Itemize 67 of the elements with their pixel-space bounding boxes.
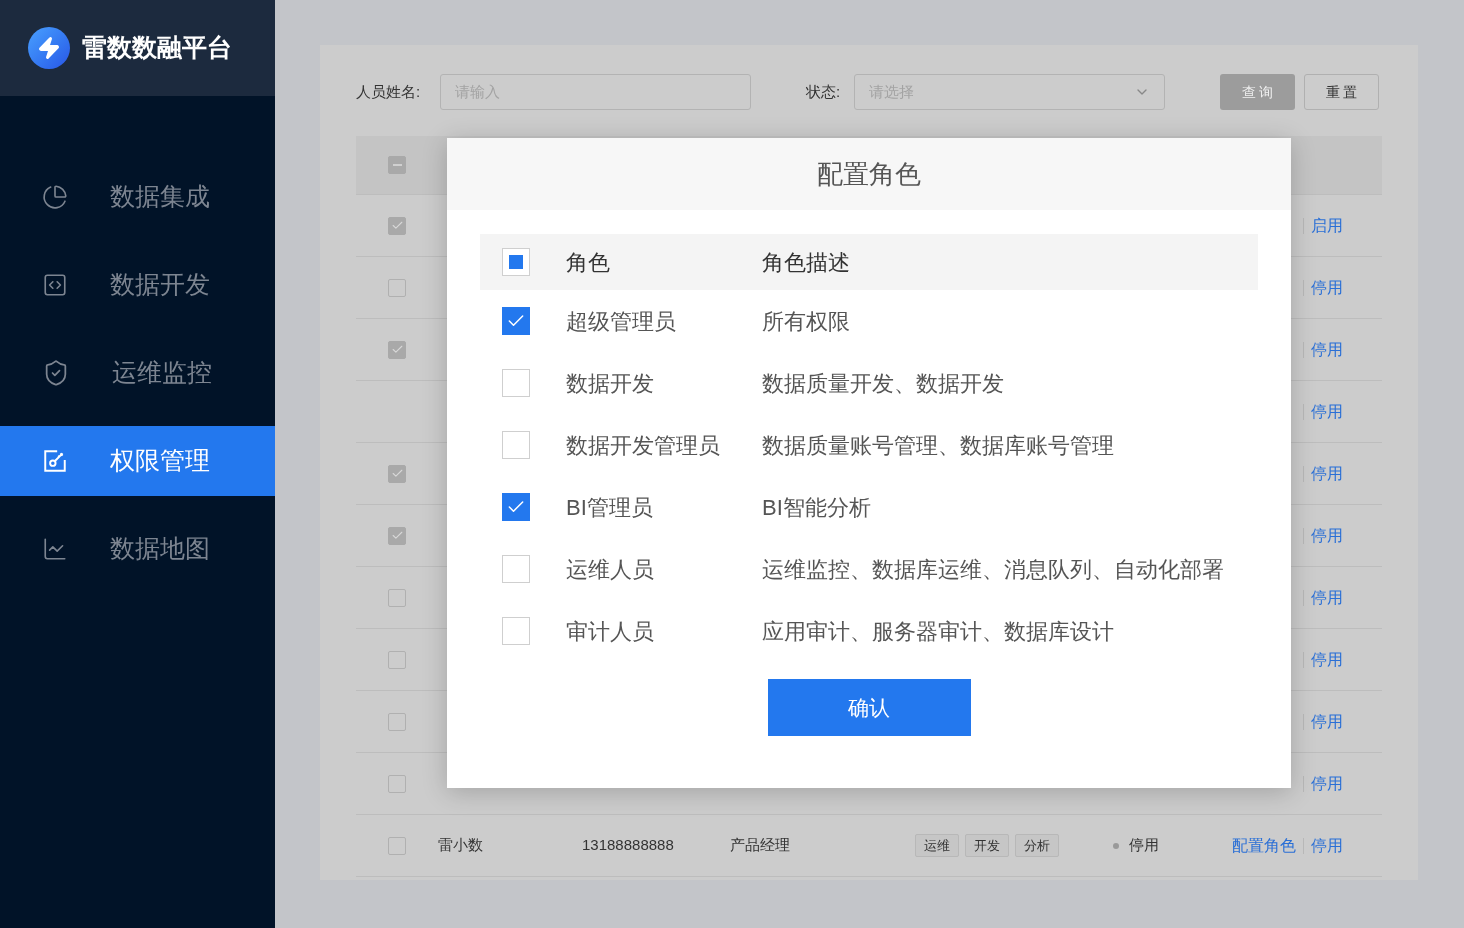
role-description: BI智能分析	[762, 493, 871, 522]
checkbox[interactable]	[502, 307, 530, 335]
role-description: 运维监控、数据库运维、消息队列、自动化部署	[762, 555, 1224, 584]
checkbox[interactable]	[388, 156, 406, 174]
checkbox[interactable]	[388, 278, 406, 297]
confirm-button[interactable]: 确认	[767, 679, 971, 736]
sidebar-item[interactable]: 权限管理	[0, 426, 275, 496]
check-icon	[390, 343, 404, 356]
code-window-icon	[42, 272, 68, 298]
logo-icon	[28, 27, 70, 69]
brand-name: 雷数数融平台	[82, 32, 232, 64]
toggle-link[interactable]: 启用	[1311, 213, 1343, 238]
toggle-link[interactable]: 停用	[1311, 647, 1343, 672]
toggle-link[interactable]: 停用	[1311, 771, 1343, 796]
tag: 分析	[1015, 834, 1059, 857]
dialog-title: 配置角色	[817, 157, 921, 191]
pie-chart-icon	[42, 184, 68, 210]
role-description: 所有权限	[762, 307, 850, 336]
toggle-link[interactable]: 停用	[1311, 833, 1343, 858]
sidebar-item[interactable]: 数据地图	[0, 514, 275, 584]
checkbox[interactable]	[502, 493, 530, 521]
role-name: 超级管理员	[566, 307, 677, 336]
filter-label: 人员姓名:	[356, 81, 422, 102]
key-icon	[42, 448, 68, 474]
query-button[interactable]: 查 询	[1220, 74, 1295, 110]
reset-button[interactable]: 重 置	[1304, 74, 1379, 110]
table-cell-text: 雷小数	[438, 835, 484, 856]
checkbox[interactable]	[388, 526, 406, 545]
table-cell-text: 产品经理	[730, 835, 791, 856]
toggle-link[interactable]: 停用	[1311, 461, 1343, 486]
checkbox[interactable]	[388, 774, 406, 793]
checkbox[interactable]	[388, 340, 406, 359]
table-cell-text: 13188888888	[582, 835, 675, 856]
check-icon	[390, 529, 404, 542]
checkbox[interactable]	[388, 464, 406, 483]
sidebar-item[interactable]: 数据开发	[0, 250, 275, 320]
role-name: 数据开发管理员	[566, 431, 721, 460]
configure-role-link[interactable]: 配置角色	[1232, 833, 1296, 858]
check-icon	[390, 467, 404, 480]
checkbox[interactable]	[388, 836, 406, 855]
toggle-link[interactable]: 停用	[1311, 275, 1343, 300]
line-chart-icon	[42, 536, 68, 562]
tag: 运维	[915, 834, 959, 857]
checkbox[interactable]	[388, 712, 406, 731]
sidebar-item[interactable]: 数据集成	[0, 162, 275, 232]
role-name: BI管理员	[566, 493, 654, 522]
check-icon	[390, 219, 404, 232]
toggle-link[interactable]: 停用	[1311, 337, 1343, 362]
status-text: 停用	[1129, 835, 1159, 856]
checkbox[interactable]	[388, 588, 406, 607]
role-name: 审计人员	[566, 617, 655, 646]
role-description: 数据质量账号管理、数据库账号管理	[762, 431, 1114, 460]
role-description: 应用审计、服务器审计、数据库设计	[762, 617, 1114, 646]
role-name: 数据开发	[566, 369, 655, 398]
tag: 开发	[965, 834, 1009, 857]
checkbox[interactable]	[388, 216, 406, 235]
role-description: 数据质量开发、数据开发	[762, 369, 1004, 398]
checkbox[interactable]	[388, 650, 406, 669]
filter-label: 状态:	[806, 81, 842, 102]
column-header: 角色	[566, 248, 611, 277]
role-name: 运维人员	[566, 555, 655, 584]
toggle-link[interactable]: 停用	[1311, 399, 1343, 424]
sidebar-item[interactable]: 运维监控	[0, 338, 275, 408]
column-header: 角色描述	[762, 248, 850, 277]
toggle-link[interactable]: 停用	[1311, 709, 1343, 734]
toggle-link[interactable]: 停用	[1311, 523, 1343, 548]
toggle-link[interactable]: 停用	[1311, 585, 1343, 610]
